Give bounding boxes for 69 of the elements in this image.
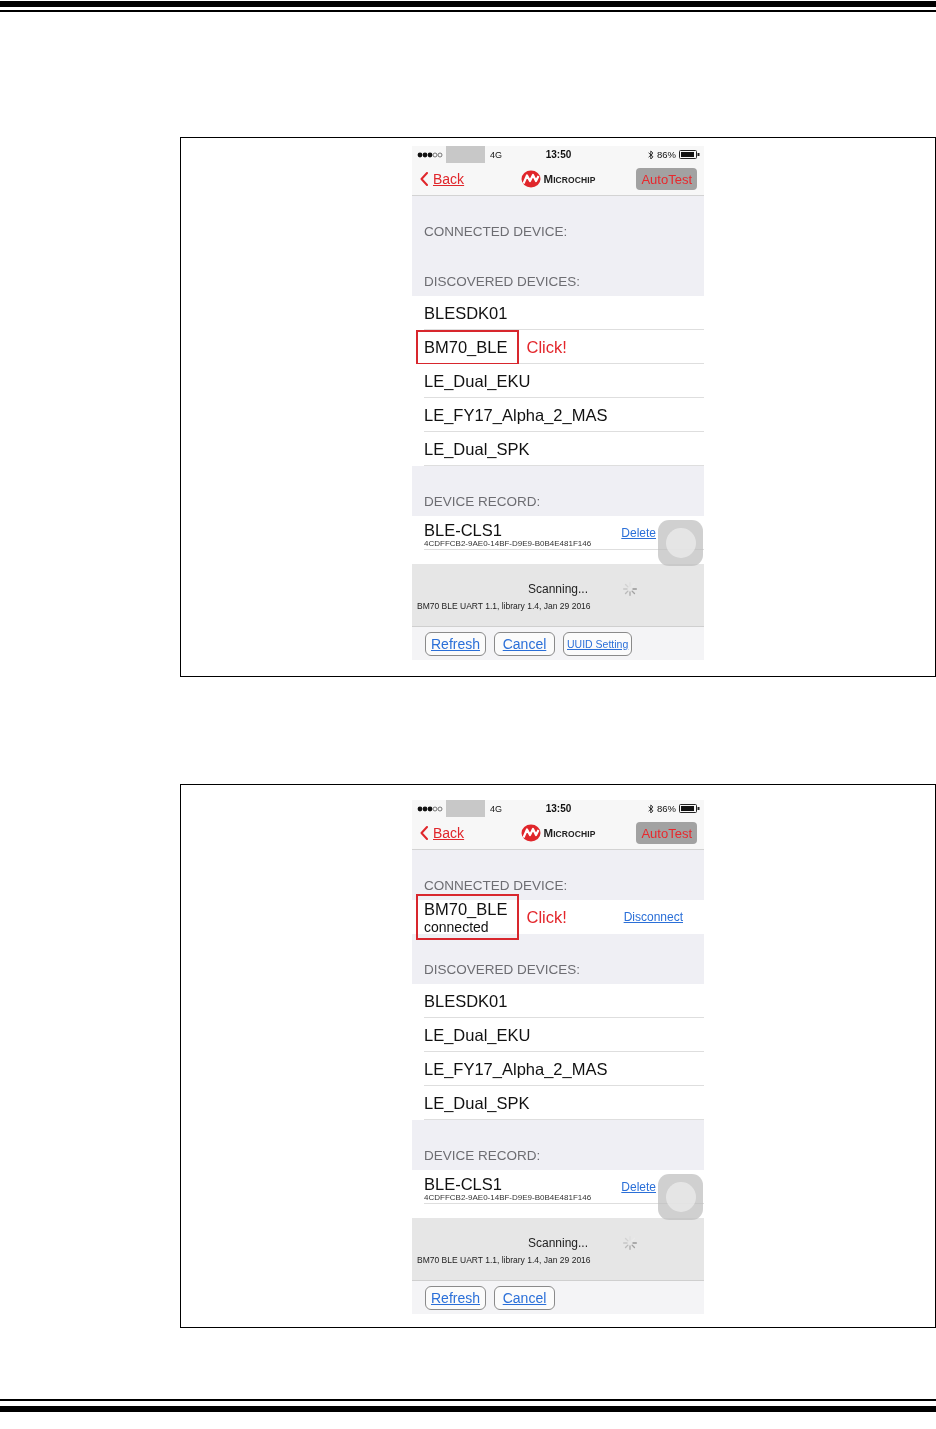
clock-time: 13:50 xyxy=(545,803,572,814)
device-name: BLE-CLS1 xyxy=(424,521,503,539)
spinner-icon xyxy=(623,582,637,596)
device-row[interactable]: BLESDK01 xyxy=(412,984,704,1018)
section-heading: CONNECTED DEVICE: xyxy=(424,224,568,240)
device-row[interactable]: LE_Dual_SPK xyxy=(412,432,704,466)
back-link[interactable]: Back xyxy=(420,171,465,187)
device-name: LE_Dual_EKU xyxy=(424,1025,531,1045)
chevron-left-icon xyxy=(420,826,428,840)
floating-button[interactable] xyxy=(658,520,703,566)
delete-link[interactable]: Delete xyxy=(621,1180,656,1194)
device-name: LE_Dual_EKU xyxy=(424,371,531,391)
scanning-message: Scanning... xyxy=(527,581,588,597)
device-name: BM70_BLE xyxy=(424,899,508,919)
device-name: LE_Dual_SPK xyxy=(424,1093,530,1113)
device-row[interactable]: LE_FY17_Alpha_2_MAS xyxy=(412,398,704,432)
version-info: BM70 BLE UART 1.1, library 1.4, Jan 29 2016 xyxy=(416,601,592,611)
logo-text: MICROCHIP xyxy=(543,173,596,185)
battery-icon xyxy=(679,150,700,159)
device-row[interactable]: BLESDK01 xyxy=(412,296,704,330)
clock-time: 13:50 xyxy=(545,149,572,160)
disconnect-link[interactable]: Disconnect xyxy=(623,910,683,924)
device-name: LE_Dual_SPK xyxy=(424,439,530,459)
toolbar-button[interactable]: Refresh xyxy=(425,631,486,656)
battery-percentage: 86% xyxy=(657,149,676,160)
device-uuid: 4CDFFCB2-9AE0-14BF-D9E9-B0B4E481F146 xyxy=(424,539,592,549)
annotation-label: Click! xyxy=(526,337,567,357)
device-row[interactable]: BM70_BLE Click! xyxy=(412,330,704,364)
chevron-left-icon xyxy=(420,172,428,186)
toolbar-button[interactable]: UUID Setting xyxy=(563,631,633,656)
signal-dots-icon xyxy=(417,151,443,158)
device-name: BLESDK01 xyxy=(424,303,508,323)
device-name: LE_FY17_Alpha_2_MAS xyxy=(424,405,608,425)
logo-icon xyxy=(521,824,542,842)
toolbar-button[interactable]: Cancel xyxy=(494,1285,555,1310)
battery-icon xyxy=(679,804,700,813)
device-row[interactable]: LE_Dual_EKU xyxy=(412,1018,704,1052)
annotation-label: Click! xyxy=(526,907,567,927)
logo-icon xyxy=(521,170,542,188)
bluetooth-icon xyxy=(648,803,654,814)
device-row[interactable]: LE_Dual_EKU xyxy=(412,364,704,398)
device-name: BLESDK01 xyxy=(424,991,508,1011)
network-type: 4G xyxy=(490,149,502,160)
section-heading: DISCOVERED DEVICES: xyxy=(424,962,581,978)
delete-link[interactable]: Delete xyxy=(621,526,656,540)
battery-percentage: 86% xyxy=(657,803,676,814)
section-heading: CONNECTED DEVICE: xyxy=(424,878,568,894)
device-name: LE_FY17_Alpha_2_MAS xyxy=(424,1059,608,1079)
version-info: BM70 BLE UART 1.1, library 1.4, Jan 29 2016 xyxy=(416,1255,592,1265)
network-type: 4G xyxy=(490,803,502,814)
device-row[interactable]: LE_FY17_Alpha_2_MAS xyxy=(412,1052,704,1086)
section-heading: DEVICE RECORD: xyxy=(424,494,541,510)
device-uuid: 4CDFFCB2-9AE0-14BF-D9E9-B0B4E481F146 xyxy=(424,1193,592,1203)
floating-button[interactable] xyxy=(658,1174,703,1220)
device-row[interactable]: LE_Dual_SPK xyxy=(412,1086,704,1120)
connection-status: connected xyxy=(424,918,490,935)
device-name: BLE-CLS1 xyxy=(424,1175,503,1193)
spinner-icon xyxy=(623,1236,637,1250)
toolbar-button[interactable]: Refresh xyxy=(425,1285,486,1310)
section-heading: DISCOVERED DEVICES: xyxy=(424,274,581,290)
logo-text: MICROCHIP xyxy=(543,827,596,839)
bluetooth-icon xyxy=(648,149,654,160)
device-name: BM70_BLE xyxy=(424,337,508,357)
device-row[interactable]: BM70_BLE connected Click! Disconnect xyxy=(412,894,704,940)
back-link[interactable]: Back xyxy=(420,825,465,841)
toolbar-button[interactable]: Cancel xyxy=(494,631,555,656)
signal-dots-icon xyxy=(417,805,443,812)
section-heading: DEVICE RECORD: xyxy=(424,1148,541,1164)
scanning-message: Scanning... xyxy=(527,1235,588,1251)
